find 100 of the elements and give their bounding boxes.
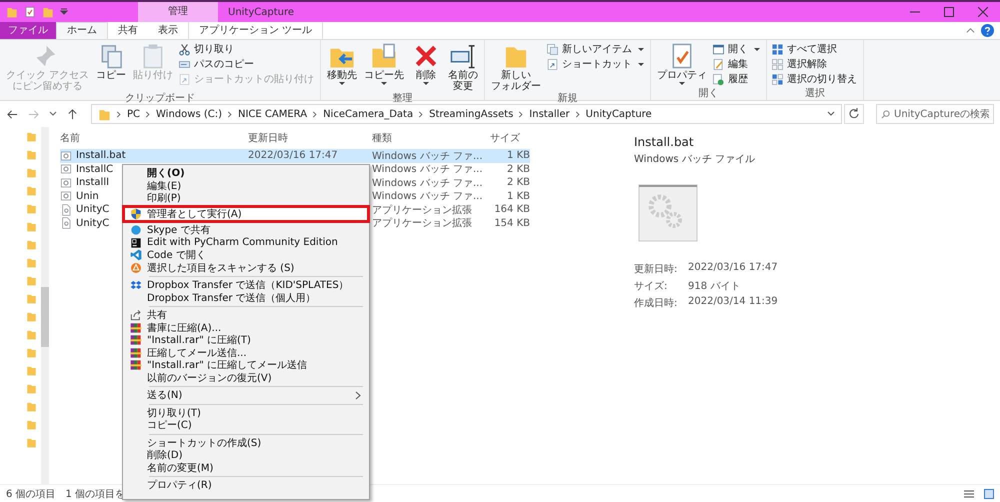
ribbon-tab[interactable]: 共有: [108, 22, 148, 39]
folder-icon[interactable]: [26, 275, 37, 286]
menu-item[interactable]: 削除(D): [125, 449, 367, 462]
large-icons-view-icon[interactable]: [984, 488, 994, 498]
breadcrumb-item[interactable]: NiceCamera_Data: [323, 108, 414, 120]
scrollbar[interactable]: [41, 127, 49, 484]
back-arrow-icon[interactable]: [7, 108, 18, 120]
folder-icon[interactable]: [26, 329, 37, 340]
ribbon-button[interactable]: コピー: [94, 42, 128, 82]
breadcrumb-item[interactable]: StreamingAssets: [429, 108, 514, 120]
file-name[interactable]: Unin: [76, 190, 99, 202]
folder-icon[interactable]: [26, 365, 37, 376]
up-arrow-icon[interactable]: [67, 108, 78, 120]
ribbon-button[interactable]: 削除: [409, 42, 444, 86]
menu-item[interactable]: Edit with PyCharm Community Edition: [125, 236, 367, 249]
menu-item[interactable]: Code で開く: [125, 249, 367, 262]
ribbon-button[interactable]: 履歴: [712, 72, 762, 86]
checked-document-icon[interactable]: [24, 6, 36, 18]
column-header[interactable]: 名前: [60, 131, 248, 145]
ribbon-button[interactable]: ショートカット: [546, 57, 646, 71]
menu-item[interactable]: Dropbox Transfer で送信（個人用）: [125, 292, 367, 304]
menu-item[interactable]: "Install.rar" に圧縮(T): [125, 334, 367, 346]
breadcrumb-item[interactable]: NICE CAMERA: [238, 108, 308, 120]
folder-icon[interactable]: [26, 419, 37, 430]
file-name[interactable]: UnityC: [76, 218, 110, 229]
ribbon-button[interactable]: 名前の 変更: [446, 42, 480, 93]
ribbon-button[interactable]: 移動先: [325, 42, 360, 86]
folder-icon[interactable]: [42, 6, 54, 18]
ribbon-button[interactable]: 選択の切り替え: [771, 72, 860, 86]
ribbon-button[interactable]: パスのコピー: [178, 57, 316, 71]
breadcrumb-item[interactable]: Windows (C:): [156, 108, 222, 120]
folder-icon[interactable]: [26, 293, 37, 304]
folder-icon[interactable]: [26, 437, 37, 448]
ribbon-button[interactable]: すべて選択: [771, 42, 860, 56]
menu-item[interactable]: "Install.rar" に圧縮してメール送信: [125, 359, 367, 372]
menu-item[interactable]: プロパティ(R): [125, 479, 367, 492]
folder-icon[interactable]: [26, 401, 37, 412]
folder-icon[interactable]: [6, 6, 18, 18]
menu-item[interactable]: Skype で共有: [125, 224, 367, 236]
menu-item[interactable]: 管理者として実行(A): [125, 208, 367, 220]
menu-item[interactable]: 印刷(P): [125, 192, 367, 204]
details-view-icon[interactable]: [964, 488, 974, 498]
breadcrumb-item[interactable]: PC: [127, 108, 140, 120]
help-icon[interactable]: [981, 24, 994, 37]
folder-icon[interactable]: [26, 185, 37, 196]
folder-icon[interactable]: [26, 383, 37, 394]
menu-item[interactable]: 選択した項目をスキャンする (S): [125, 262, 367, 274]
refresh-icon[interactable]: [844, 104, 864, 124]
column-header[interactable]: 更新日時: [248, 131, 372, 145]
menu-item[interactable]: Dropbox Transfer で送信（KID'SPLATES）: [125, 279, 367, 292]
column-header[interactable]: サイズ: [490, 131, 530, 145]
chevron-down-icon[interactable]: [49, 110, 57, 118]
dropdown-caret-icon[interactable]: [60, 8, 68, 16]
ribbon-button[interactable]: プロパティ: [655, 42, 710, 86]
ribbon-button[interactable]: 切り取り: [178, 42, 316, 56]
chevron-down-icon[interactable]: [827, 110, 835, 118]
menu-item[interactable]: 切り取り(T): [125, 406, 367, 419]
ribbon-button[interactable]: 選択解除: [771, 57, 860, 71]
menu-item[interactable]: 名前の変更(M): [125, 462, 367, 474]
file-name[interactable]: UnityC: [76, 204, 110, 216]
menu-item[interactable]: 以前のバージョンの復元(V): [125, 372, 367, 384]
close-icon[interactable]: [978, 7, 988, 17]
ribbon-tab[interactable]: ホーム: [56, 22, 108, 39]
ribbon-button[interactable]: 編集: [712, 57, 762, 71]
breadcrumb-item[interactable]: UnityCapture: [586, 108, 652, 120]
folder-icon[interactable]: [26, 221, 37, 232]
ribbon-tab[interactable]: 表示: [148, 22, 188, 39]
ribbon-button[interactable]: 開く: [712, 42, 762, 56]
column-header[interactable]: 種類: [372, 131, 490, 145]
ribbon-tab[interactable]: アプリケーション ツール: [188, 22, 324, 39]
menu-item[interactable]: 圧縮してメール送信...: [125, 346, 367, 359]
folder-icon[interactable]: [26, 131, 37, 142]
ribbon-button[interactable]: 新しいアイテム: [546, 42, 646, 56]
ribbon-button[interactable]: 新しい フォルダー: [489, 42, 544, 93]
maximize-icon[interactable]: [944, 7, 954, 17]
ribbon-tab[interactable]: ファイル: [0, 22, 56, 39]
scrollbar-thumb[interactable]: [41, 287, 49, 347]
menu-item[interactable]: 開く(O): [125, 167, 367, 180]
file-name[interactable]: InstallI: [76, 177, 110, 188]
breadcrumb-item[interactable]: Installer: [529, 108, 570, 120]
folder-icon[interactable]: [26, 257, 37, 268]
menu-item[interactable]: 送る(N): [125, 389, 367, 402]
menu-item[interactable]: 編集(E): [125, 180, 367, 192]
file-name[interactable]: Install.bat: [76, 150, 126, 162]
folder-icon[interactable]: [26, 311, 37, 322]
folder-icon[interactable]: [26, 347, 37, 358]
ribbon-button[interactable]: コピー先: [362, 42, 406, 86]
menu-item[interactable]: コピー(C): [125, 419, 367, 432]
folder-icon[interactable]: [26, 167, 37, 178]
menu-item[interactable]: 書庫に圧縮(A)...: [125, 322, 367, 334]
file-name[interactable]: InstallC: [76, 164, 114, 175]
folder-icon[interactable]: [26, 149, 37, 160]
selected-row[interactable]: Install.bat 2022/03/16 17:47 Windows バッチ ファ... 1 KB: [60, 149, 530, 162]
address-bar[interactable]: PC Windows (C:) NICE CAMERA NiceCamera_Data StreamingAssets Installer UnityCapture: [91, 104, 842, 124]
collapse-ribbon-icon[interactable]: [966, 26, 975, 35]
menu-item[interactable]: 共有: [125, 309, 367, 322]
menu-item[interactable]: ショートカットの作成(S): [125, 436, 367, 449]
forward-arrow-icon[interactable]: [28, 108, 39, 120]
folder-icon[interactable]: [26, 239, 37, 250]
folder-icon[interactable]: [26, 203, 37, 214]
